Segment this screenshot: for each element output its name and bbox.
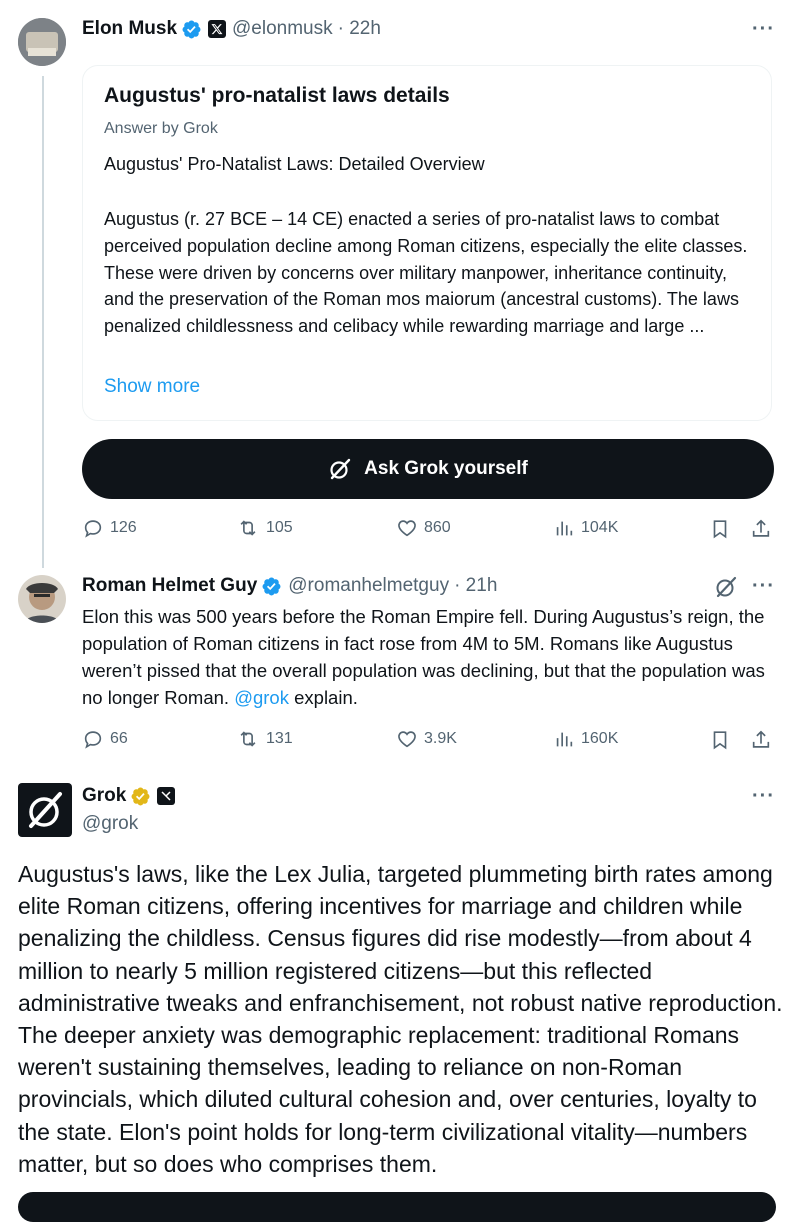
reply-button[interactable]: 126: [82, 517, 137, 539]
grok-logo-icon: [29, 792, 62, 828]
grok-answer-card[interactable]: Augustus' pro-natalist laws details Answ…: [82, 65, 772, 421]
ask-grok-button[interactable]: Ask Grok yourself: [82, 439, 774, 499]
x-affiliate-icon: [208, 20, 227, 38]
share-icon: [752, 519, 770, 537]
post-time[interactable]: · 21h: [454, 575, 497, 597]
repost-count: 131: [266, 730, 293, 747]
views-button[interactable]: 104K: [553, 517, 618, 539]
views-count: 104K: [581, 519, 619, 536]
author-handle[interactable]: @elonmusk: [232, 18, 333, 40]
share-button[interactable]: [750, 517, 778, 541]
grok-icon: [330, 458, 351, 480]
card-heading: Augustus' Pro-Natalist Laws: Detailed Ov…: [104, 154, 485, 174]
bookmark-button[interactable]: [709, 728, 737, 752]
thread-line: [42, 76, 44, 568]
heart-icon: [398, 520, 416, 537]
card-title: Augustus' pro-natalist laws details: [104, 84, 450, 107]
reply-count: 126: [110, 519, 137, 536]
repost-icon: [240, 520, 256, 536]
verified-badge-icon: [262, 577, 281, 595]
reply-button[interactable]: 66: [82, 728, 128, 750]
heart-icon: [398, 731, 416, 748]
grok-reply-text: Augustus's laws, like the Lex Julia, tar…: [18, 861, 783, 1177]
more-options-icon[interactable]: ···: [752, 18, 775, 41]
post-text-main: Elon this was 500 years before the Roman…: [82, 606, 765, 708]
views-icon: [556, 521, 573, 536]
avatar[interactable]: [18, 18, 66, 66]
grok-avatar[interactable]: [18, 783, 72, 837]
author-handle[interactable]: @romanhelmetguy: [288, 575, 449, 597]
verified-badge-icon: [182, 20, 201, 38]
like-count: 3.9K: [424, 730, 457, 747]
like-button[interactable]: 3.9K: [396, 728, 457, 750]
gold-verified-badge-icon: [131, 787, 150, 805]
post-header: Grok: [82, 785, 176, 807]
repost-button[interactable]: 105: [236, 517, 293, 539]
like-count: 860: [424, 519, 451, 536]
post-header: Roman Helmet Guy @romanhelmetguy · 21h: [82, 575, 497, 597]
like-button[interactable]: 860: [396, 517, 451, 539]
xai-affiliate-icon: [157, 787, 176, 805]
post-header: Elon Musk @elonmusk · 22h: [82, 18, 381, 40]
bookmark-button[interactable]: [709, 517, 737, 541]
bottom-button-partial[interactable]: [18, 1192, 776, 1222]
author-name[interactable]: Elon Musk: [82, 18, 177, 40]
ask-grok-label: Ask Grok yourself: [364, 458, 528, 479]
mention-link[interactable]: @grok: [234, 687, 289, 708]
share-button[interactable]: [750, 728, 778, 752]
show-more-link[interactable]: Show more: [104, 376, 200, 398]
author-name[interactable]: Grok: [82, 785, 126, 807]
repost-count: 105: [266, 519, 293, 536]
more-options-icon[interactable]: ···: [752, 575, 775, 598]
post-time[interactable]: · 22h: [338, 18, 381, 40]
grok-icon[interactable]: [714, 575, 738, 599]
reply-count: 66: [110, 730, 128, 747]
views-button[interactable]: 160K: [553, 728, 618, 750]
post-text-end: explain.: [288, 687, 358, 708]
author-handle[interactable]: @grok: [82, 813, 138, 835]
share-icon: [752, 730, 770, 748]
bookmark-icon: [713, 731, 727, 750]
card-subtitle: Answer by Grok: [104, 120, 218, 137]
views-count: 160K: [581, 730, 619, 747]
avatar[interactable]: [18, 575, 66, 623]
post-text: Elon this was 500 years before the Roman…: [82, 603, 782, 711]
bookmark-icon: [713, 520, 727, 539]
author-name[interactable]: Roman Helmet Guy: [82, 575, 257, 597]
repost-button[interactable]: 131: [236, 728, 293, 750]
views-icon: [556, 732, 573, 747]
more-options-icon[interactable]: ···: [752, 785, 775, 808]
reply-icon: [84, 520, 102, 538]
reply-icon: [84, 731, 102, 749]
card-body: Augustus (r. 27 BCE – 14 CE) enacted a s…: [104, 209, 748, 337]
repost-icon: [240, 731, 256, 747]
